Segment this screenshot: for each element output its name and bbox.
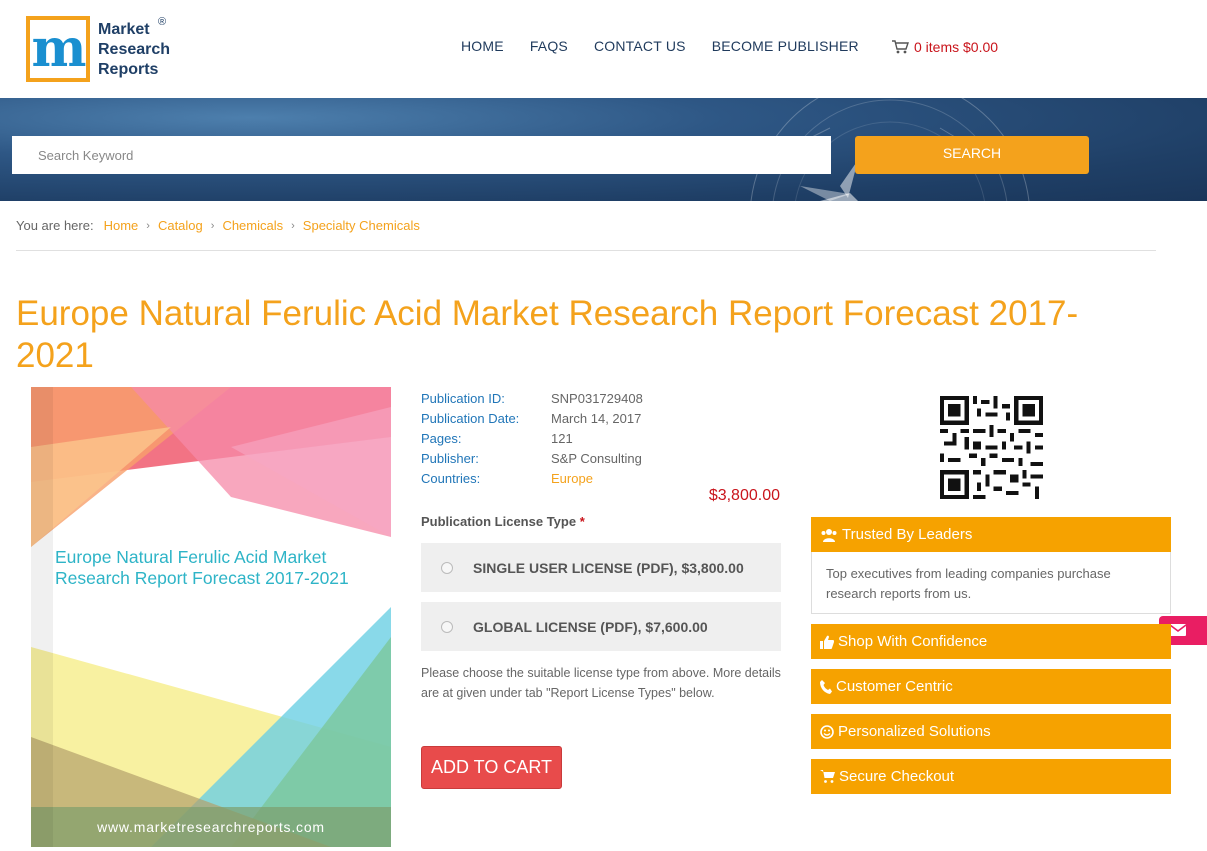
cart-summary[interactable]: 0 items $0.00 bbox=[892, 39, 998, 55]
search-input[interactable]: Search Keyword bbox=[12, 136, 831, 174]
logo-mark: m bbox=[26, 16, 90, 82]
license-option-label: GLOBAL LICENSE (PDF), $7,600.00 bbox=[473, 618, 708, 635]
phone-icon bbox=[820, 679, 832, 694]
envelope-icon bbox=[1170, 624, 1186, 636]
logo-wordmark: Market Research Reports bbox=[98, 20, 170, 80]
cover-url: www.marketresearchreports.com bbox=[97, 819, 325, 835]
nav-faqs[interactable]: FAQS bbox=[530, 38, 568, 54]
breadcrumb: You are here: Home › Catalog › Chemicals… bbox=[16, 218, 420, 233]
divider bbox=[16, 250, 1156, 251]
trusted-by-leaders-header: Trusted By Leaders bbox=[811, 517, 1171, 552]
meta-label: Countries: bbox=[421, 471, 481, 486]
meta-label: Publication ID: bbox=[421, 391, 505, 406]
breadcrumb-chemicals[interactable]: Chemicals bbox=[222, 218, 283, 233]
required-mark: * bbox=[579, 514, 585, 529]
meta-row-publisher: Publisher: S&P Consulting bbox=[421, 449, 643, 469]
radio-button[interactable] bbox=[441, 620, 453, 633]
breadcrumb-catalog[interactable]: Catalog bbox=[158, 218, 203, 233]
nav-contact-us[interactable]: CONTACT US bbox=[594, 38, 686, 54]
license-type-text: Publication License Type bbox=[421, 514, 577, 529]
report-cover-image: Europe Natural Ferulic Acid Market Resea… bbox=[31, 387, 391, 847]
main-nav: HOME FAQS CONTACT US BECOME PUBLISHER bbox=[461, 38, 885, 54]
cover-title: Europe Natural Ferulic Acid Market Resea… bbox=[55, 547, 349, 588]
page-title: Europe Natural Ferulic Acid Market Resea… bbox=[16, 294, 1079, 375]
cart-icon bbox=[892, 40, 909, 54]
report-price: $3,800.00 bbox=[708, 487, 780, 504]
chevron-right-icon: › bbox=[210, 219, 215, 232]
site-logo[interactable]: m Market Research Reports ® bbox=[26, 16, 176, 84]
smile-icon bbox=[820, 724, 834, 739]
thumbs-up-icon bbox=[820, 635, 834, 649]
meta-label: Pages: bbox=[421, 431, 462, 446]
meta-label: Publisher: bbox=[421, 451, 479, 466]
meta-value: SNP031729408 bbox=[551, 391, 643, 406]
radio-button[interactable] bbox=[441, 561, 453, 574]
add-to-cart-button[interactable]: ADD TO CART bbox=[421, 746, 562, 789]
cover-art bbox=[31, 387, 391, 847]
registered-mark: ® bbox=[158, 16, 167, 28]
license-note: Please choose the suitable license type … bbox=[421, 666, 781, 700]
logo-line-3: Reports bbox=[98, 61, 159, 78]
license-option-label: SINGLE USER LICENSE (PDF), $3,800.00 bbox=[473, 559, 744, 576]
breadcrumb-specialty-chemicals[interactable]: Specialty Chemicals bbox=[303, 218, 420, 233]
meta-row-countries: Countries: Europe bbox=[421, 469, 643, 489]
chevron-right-icon: › bbox=[291, 219, 295, 232]
meta-row-pages: Pages: 121 bbox=[421, 429, 643, 449]
chevron-right-icon: › bbox=[146, 219, 150, 232]
search-banner: Search Keyword SEARCH bbox=[0, 98, 1207, 201]
license-option-global[interactable]: GLOBAL LICENSE (PDF), $7,600.00 bbox=[421, 602, 781, 651]
qr-code-icon bbox=[940, 396, 1043, 499]
panel-title: Secure Checkout bbox=[839, 768, 955, 785]
meta-value: March 14, 2017 bbox=[551, 411, 642, 426]
customer-centric-panel[interactable]: Customer Centric bbox=[811, 669, 1171, 704]
panel-title: Customer Centric bbox=[836, 678, 953, 695]
meta-row-publication-date: Publication Date: March 14, 2017 bbox=[421, 409, 643, 429]
cart-label: 0 items $0.00 bbox=[914, 39, 999, 55]
nav-home[interactable]: HOME bbox=[461, 38, 504, 54]
meta-row-publication-id: Publication ID: SNP031729408 bbox=[421, 389, 643, 409]
shop-with-confidence-panel[interactable]: Shop With Confidence bbox=[811, 624, 1171, 659]
cart-icon bbox=[820, 770, 835, 783]
publication-details: Publication ID: SNP031729408 Publication… bbox=[421, 389, 643, 489]
logo-letter: m bbox=[31, 18, 86, 79]
panel-title: Trusted By Leaders bbox=[842, 526, 973, 543]
search-button[interactable]: SEARCH bbox=[855, 136, 1089, 174]
meta-value: S&P Consulting bbox=[551, 451, 642, 466]
license-option-single-user[interactable]: SINGLE USER LICENSE (PDF), $3,800.00 bbox=[421, 543, 781, 592]
nav-become-publisher[interactable]: BECOME PUBLISHER bbox=[712, 38, 859, 54]
personalized-solutions-panel[interactable]: Personalized Solutions bbox=[811, 714, 1171, 749]
panel-title: Personalized Solutions bbox=[838, 723, 991, 740]
breadcrumb-home[interactable]: Home bbox=[104, 218, 139, 233]
meta-value: 121 bbox=[551, 431, 573, 446]
country-link[interactable]: Europe bbox=[551, 469, 593, 489]
trusted-by-leaders-body: Top executives from leading companies pu… bbox=[811, 552, 1171, 614]
panel-title: Shop With Confidence bbox=[838, 633, 988, 650]
users-icon bbox=[821, 528, 837, 542]
license-type-label: Publication License Type * bbox=[421, 514, 585, 529]
logo-line-2: Research bbox=[98, 41, 171, 58]
meta-label: Publication Date: bbox=[421, 411, 520, 426]
secure-checkout-panel[interactable]: Secure Checkout bbox=[811, 759, 1171, 794]
site-header: m Market Research Reports ® HOME FAQS CO… bbox=[0, 0, 1207, 98]
breadcrumb-lead: You are here: bbox=[16, 218, 94, 233]
